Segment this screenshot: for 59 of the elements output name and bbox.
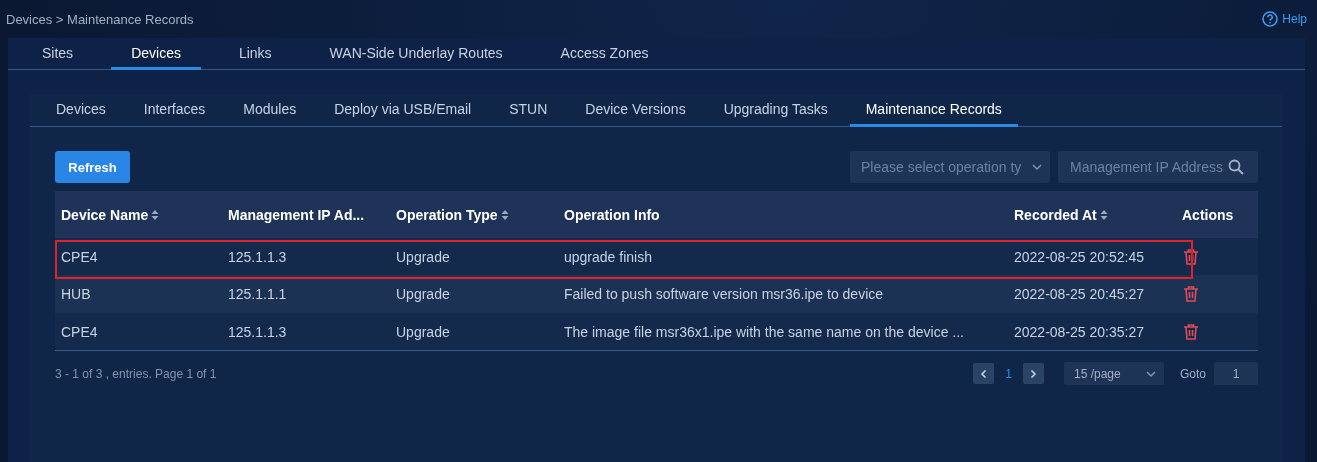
chevron-right-icon [1028,368,1039,379]
tab[interactable]: Devices [111,38,201,70]
sort-icon[interactable] [1099,208,1108,221]
help-link[interactable]: Help [1262,11,1307,27]
tab[interactable]: WAN-Side Underlay Routes [309,38,523,70]
column-label: Recorded At [1014,206,1097,223]
column-label: Actions [1182,206,1234,223]
chevron-down-icon [1146,368,1156,379]
page-size-select[interactable]: 15 /page [1064,362,1164,385]
page-number[interactable]: 1 [1002,366,1015,381]
table-cell: Failed to push software version msr36.ipe to device [558,275,1008,313]
table-cell: 2022-08-25 20:52:45 [1008,238,1176,275]
sort-icon[interactable] [151,208,160,221]
table-cell: 125.1.1.1 [222,275,390,313]
sub-tab[interactable]: Devices [40,94,122,127]
table-cell: upgrade finish [558,238,1008,275]
table-cell: The image file msr36x1.ipe with the same name on the device ... [558,313,1008,350]
previous-page-button[interactable] [973,363,995,384]
table-cell: 125.1.1.3 [222,238,390,275]
sub-tab[interactable]: Modules [227,94,313,127]
search-icon[interactable] [1228,159,1244,175]
table-cell: 125.1.1.3 [222,313,390,350]
goto-label: Goto [1180,366,1206,381]
breadcrumb: Devices > Maintenance Records [6,11,194,27]
tab[interactable]: Sites [22,38,94,70]
delete-icon[interactable] [1182,247,1200,266]
ip-search-field[interactable]: Management IP Address [1058,151,1258,183]
delete-icon[interactable] [1182,322,1200,341]
table-cell: Upgrade [390,313,558,350]
delete-icon[interactable] [1182,285,1200,303]
sub-tab[interactable]: Deploy via USB/Email [318,94,488,127]
help-icon [1262,11,1279,27]
column-header[interactable]: Operation Type [390,191,558,238]
column-header[interactable]: Recorded At [1008,191,1176,238]
column-label: Device Name [61,206,149,223]
tab[interactable]: Access Zones [540,38,669,70]
table-cell: 2022-08-25 20:45:27 [1008,275,1176,313]
sub-tab[interactable]: Device Versions [569,94,702,127]
sub-tab[interactable]: Interfaces [127,94,222,127]
chevron-down-icon [1032,162,1042,172]
table-cell: HUB [55,275,222,313]
column-header[interactable]: Device Name [55,191,222,238]
pagination-summary: 3 - 1 of 3 , entries. Page 1 of 1 [55,366,217,381]
column-label: Operation Type [396,206,498,223]
sub-tab[interactable]: Maintenance Records [849,94,1018,127]
column-label: Management IP Ad... [228,206,365,223]
sub-tab[interactable]: Upgrading Tasks [707,94,844,127]
table-cell: CPE4 [55,313,222,350]
refresh-button[interactable]: Refresh [55,151,130,183]
table-cell: Upgrade [390,238,558,275]
goto-field[interactable]: 1 [1214,362,1258,385]
sub-tab[interactable]: STUN [493,94,564,127]
chevron-left-icon [978,368,989,379]
table-cell: 2022-08-25 20:35:27 [1008,313,1176,350]
tab[interactable]: Links [218,38,292,70]
next-page-button[interactable] [1023,363,1044,384]
table-cell: Upgrade [390,275,558,313]
sort-icon[interactable] [500,208,509,221]
column-label: Operation Info [564,206,660,223]
